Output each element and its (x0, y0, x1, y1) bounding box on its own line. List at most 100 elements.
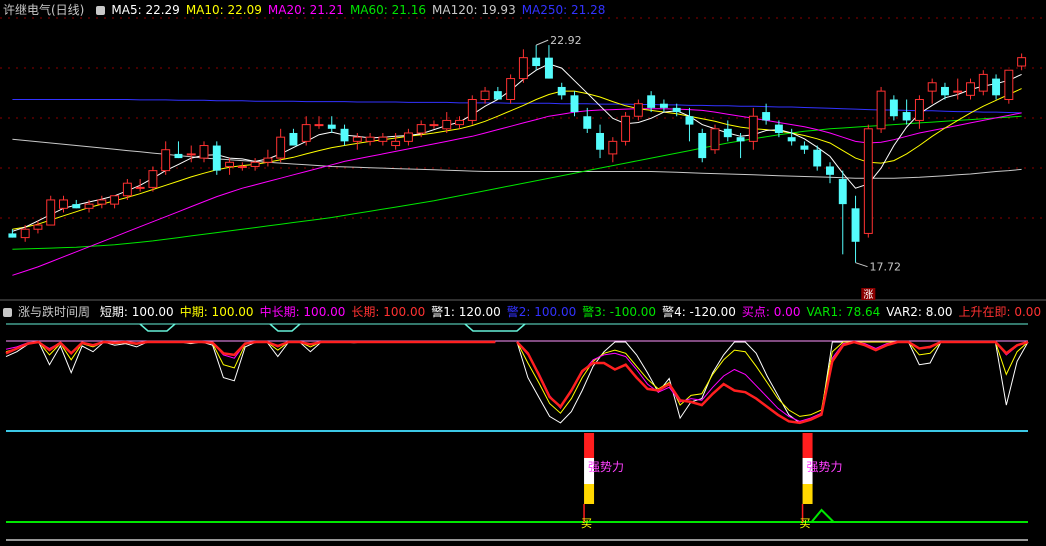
midlong-line (5, 341, 1029, 422)
candle-body-up (748, 115, 758, 142)
candle-body-up (966, 82, 975, 96)
candle-body-down (685, 116, 694, 125)
ma10-value: 22.09 (227, 3, 262, 17)
candle-body-up (480, 90, 490, 101)
mid-line (5, 341, 1029, 417)
indicator-settings-icon[interactable] (3, 308, 12, 317)
candle-body-up (978, 73, 988, 92)
candle-body-down (532, 57, 541, 67)
short-line (5, 341, 1029, 424)
candle-body-down (327, 124, 336, 129)
ma250-label: MA250: (521, 3, 568, 17)
indicator-legend-item: 上升在即: 0.00 (958, 305, 1042, 319)
signal-bar-red (802, 433, 813, 458)
chart-canvas: 22.92 17.72 涨强势力买 强势力买 (0, 17, 1046, 541)
candle-body-down (826, 166, 834, 175)
candle-body-up (225, 161, 235, 167)
candle-body-up (429, 124, 439, 127)
candle-body-up (621, 115, 631, 142)
candle-body-up (33, 224, 43, 230)
main-chart-header: 许继电气(日线) MA5: 22.29 MA10: 22.09 MA20: 21.21… (0, 1, 611, 19)
candle-body-down (672, 107, 681, 113)
candle-body-up (199, 145, 209, 159)
indicator-legend-item: 中期: 100.00 (179, 305, 254, 319)
candle-body-down (557, 86, 566, 96)
candle-body-up (442, 119, 452, 130)
indicator-legend-item: VAR1: 78.64 (806, 305, 881, 319)
indicator-legend-item: 警1: 120.00 (431, 305, 501, 319)
candle-body-up (122, 182, 132, 197)
ma250-legend: MA250: 21.28 (522, 3, 606, 17)
indicator-header: 涨与跌时间周 短期: 100.00 中期: 100.00 中长期: 100.00 长期… (0, 303, 1046, 321)
signal-bar-yellow (584, 484, 595, 504)
ma60-value: 21.16 (391, 3, 426, 17)
candle-body-up (416, 124, 426, 134)
candle-body-down (340, 128, 349, 142)
ma60-legend: MA60: 21.16 (350, 3, 426, 17)
candle-body-up (365, 136, 375, 142)
candle-body-down (787, 137, 796, 142)
warning-cap (139, 323, 176, 332)
stock-name: 许继电气(日线) (3, 3, 85, 17)
candle-body-up (263, 157, 273, 163)
candle-body-up (135, 186, 145, 189)
candle-body-up (276, 136, 286, 159)
candle-body-up (301, 124, 311, 142)
candle-body-up (1004, 69, 1014, 101)
ma10-label: MA10: (185, 3, 224, 17)
candle-body-down (800, 145, 809, 150)
ma20-value: 21.21 (309, 3, 344, 17)
candle-body-up (250, 161, 260, 167)
candle-body-up (518, 57, 528, 80)
indicator-legend-item: VAR2: 8.00 (886, 305, 953, 319)
candle-body-down (762, 112, 771, 121)
candle-body-up (1017, 57, 1027, 67)
candle-body-up (455, 119, 464, 126)
ma10-legend: MA10: 22.09 (186, 3, 262, 17)
candle-body-up (914, 99, 924, 121)
candle-body-down (992, 78, 1001, 96)
ma250-line (12, 99, 1022, 114)
candle-body-down (72, 204, 81, 209)
low-label: 17.72 (870, 261, 902, 274)
ma5-value: 22.29 (145, 3, 180, 17)
settings-icon[interactable] (96, 6, 106, 15)
indicator-legend-item: 警3: -100.00 (582, 305, 657, 319)
ma5-label: MA5: (111, 3, 142, 17)
indicator-legend-item: 警2: 100.00 (506, 305, 577, 319)
buy-label: 买 (581, 517, 592, 530)
warning-cap (269, 323, 301, 332)
indicator-legend-item: 警4: -120.00 (662, 305, 736, 319)
ma5-legend: MA5: 22.29 (111, 3, 179, 17)
ma120-legend: MA120: 19.93 (432, 3, 516, 17)
candle-body-up (110, 195, 120, 205)
candle-body-down (8, 233, 17, 238)
candle-body-down (813, 149, 822, 167)
candle-body-up (84, 203, 94, 209)
candle-body-down (212, 145, 221, 171)
signal-label: 强势力 (588, 460, 624, 474)
candle-body-down (493, 91, 502, 100)
candle-body-up (148, 170, 158, 188)
high-label: 22.92 (550, 34, 582, 47)
var-bump (810, 508, 835, 523)
candle-body-up (378, 136, 388, 142)
candle-body-down (698, 132, 707, 159)
candle-body-down (851, 208, 860, 242)
candle-body-up (876, 90, 886, 130)
candle-body-up (391, 140, 401, 147)
candle-body-up (953, 90, 963, 93)
long-line (5, 340, 1029, 425)
candle-body-down (838, 179, 847, 205)
candle-body-down (583, 116, 592, 129)
candle-body-up (633, 103, 643, 117)
low-pointer (855, 262, 868, 268)
candle-body-down (570, 95, 579, 113)
indicator-legend-item: 短期: 100.00 (99, 305, 174, 319)
candle-body-down (889, 99, 898, 117)
candle-body-down (736, 137, 745, 142)
ma250-value: 21.28 (571, 3, 606, 17)
candle-body-down (647, 95, 656, 108)
ma20-legend: MA20: 21.21 (268, 3, 344, 17)
rise-marker: 涨 (863, 289, 873, 301)
